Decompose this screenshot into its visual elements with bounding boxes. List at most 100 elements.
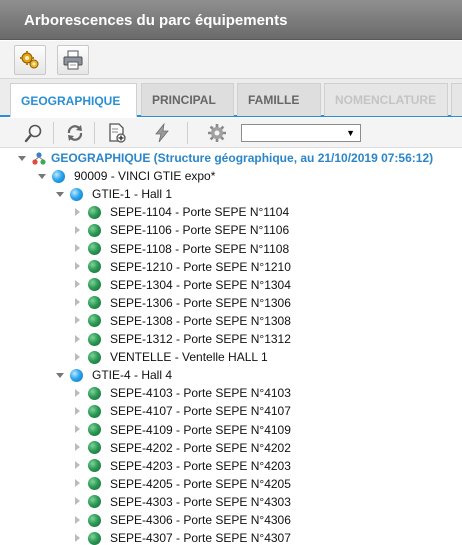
tree-site-node[interactable]: 90009 - VINCI GTIE expo* [37,167,215,185]
print-button[interactable] [57,45,89,75]
toolbar-separator [187,122,188,144]
lightning-icon [155,123,169,143]
expand-arrow-icon[interactable] [73,262,82,271]
expand-arrow-icon[interactable] [73,515,82,525]
expand-arrow-icon[interactable] [73,425,82,434]
hierarchy-icon [32,151,46,165]
group-status-icon [70,368,83,382]
collapse-arrow-icon[interactable] [55,190,64,199]
tree-filter-select[interactable]: ▼ [241,124,361,142]
tab-bar: GEOGRAPHIQUE PRINCIPAL FAMILLE NOMENCLAT… [0,79,462,117]
tree-equipment-node[interactable]: SEPE-4203 - Porte SEPE N°4203 [73,457,291,475]
expand-arrow-icon[interactable] [73,207,82,217]
equipment-status-icon [88,513,101,527]
equipment-status-icon [88,260,101,274]
equipment-status-icon [88,205,101,219]
equipment-tree: GEOGRAPHIQUE (Structure géographique, au… [0,149,462,545]
tree-equipment-node[interactable]: SEPE-4303 - Porte SEPE N°4303 [73,493,291,511]
tree-equipment-node[interactable]: SEPE-1106 - Porte SEPE N°1106 [73,221,289,239]
tree-equipment-node[interactable]: SEPE-4202 - Porte SEPE N°4202 [73,439,291,457]
chevron-down-icon: ▼ [346,128,355,138]
collapse-arrow-icon[interactable] [37,172,46,181]
tree-equipment-node[interactable]: SEPE-1108 - Porte SEPE N°1108 [73,240,289,258]
tab-nomenclature[interactable]: NOMENCLATURE [324,83,448,116]
refresh-button[interactable] [61,120,89,146]
tab-principal[interactable]: PRINCIPAL [141,83,234,116]
main-toolbar [0,41,462,79]
equipment-status-icon [88,477,101,491]
tree-equipment-label: SEPE-4303 - Porte SEPE N°4303 [110,494,291,509]
tree-equipment-label: SEPE-1104 - Porte SEPE N°1104 [110,205,290,220]
tab-nomenclature-label: NOMENCLATURE [335,93,437,107]
collapse-arrow-icon[interactable] [17,154,26,163]
tree-equipment-node[interactable]: SEPE-4103 - Porte SEPE N°4103 [73,384,291,402]
tree-group-label: GTIE-4 - Hall 4 [92,368,173,383]
collapse-arrow-icon[interactable] [55,371,64,380]
toolbar-separator [53,122,54,144]
tree-site-label: 90009 - VINCI GTIE expo* [74,169,216,183]
expand-arrow-icon[interactable] [73,225,82,235]
tree-equipment-node[interactable]: SEPE-1304 - Porte SEPE N°1304 [73,276,291,294]
tab-geographique[interactable]: GEOGRAPHIQUE [10,83,137,117]
equipment-status-icon [88,314,101,328]
lightning-button[interactable] [148,120,176,146]
tab-overflow[interactable] [451,83,462,116]
equipment-status-icon [88,242,101,255]
tree-equipment-label: SEPE-1108 - Porte SEPE N°1108 [110,241,290,256]
tree-equipment-node[interactable]: VENTELLE - Ventelle HALL 1 [73,348,268,366]
expand-arrow-icon[interactable] [73,388,82,398]
tree-equipment-label: SEPE-4306 - Porte SEPE N°4306 [110,513,291,527]
expand-arrow-icon[interactable] [73,298,82,307]
expand-arrow-icon[interactable] [73,352,82,362]
tree-equipment-node[interactable]: SEPE-4307 - Porte SEPE N°4307 [73,529,291,545]
gears-button[interactable] [14,45,46,75]
tree-equipment-node[interactable]: SEPE-4107 - Porte SEPE N°4107 [73,402,291,420]
tree-equipment-node[interactable]: SEPE-4109 - Porte SEPE N°4109 [73,421,291,439]
tree-equipment-node[interactable]: SEPE-4205 - Porte SEPE N°4205 [73,475,291,493]
equipment-status-icon [88,278,101,292]
tree-equipment-node[interactable]: SEPE-1312 - Porte SEPE N°1312 [73,330,291,348]
equipment-status-icon [88,332,101,346]
tree-equipment-label: SEPE-1312 - Porte SEPE N°1312 [110,332,291,346]
tree-group-node[interactable]: GTIE-1 - Hall 1 [55,185,172,203]
tree-equipment-label: SEPE-1106 - Porte SEPE N°1106 [110,223,290,238]
expand-arrow-icon[interactable] [73,461,82,470]
tree-group-node[interactable]: GTIE-4 - Hall 4 [55,366,172,384]
settings-button[interactable] [203,120,231,146]
site-status-icon [52,169,65,183]
tab-famille[interactable]: FAMILLE [237,83,321,116]
tree-equipment-label: SEPE-4203 - Porte SEPE N°4203 [110,458,291,473]
expand-arrow-icon[interactable] [73,406,82,416]
expand-arrow-icon[interactable] [73,533,82,543]
tree-equipment-node[interactable]: SEPE-1210 - Porte SEPE N°1210 [73,258,291,276]
tree-equipment-node[interactable]: SEPE-1308 - Porte SEPE N°1308 [73,312,291,330]
tree-equipment-label: SEPE-4307 - Porte SEPE N°4307 [110,531,291,545]
expand-arrow-icon[interactable] [73,497,82,506]
equipment-status-icon [88,441,101,455]
tree-equipment-label: SEPE-4109 - Porte SEPE N°4109 [110,422,291,437]
tree-equipment-label: SEPE-4202 - Porte SEPE N°4202 [110,440,291,455]
tree-equipment-label: SEPE-1304 - Porte SEPE N°1304 [110,277,291,292]
new-document-button[interactable] [103,120,131,146]
equipment-status-icon [88,495,101,509]
window-titlebar: Arborescences du parc équipements [0,0,462,40]
new-document-icon [109,123,126,143]
expand-arrow-icon[interactable] [73,443,82,452]
toolbar-separator [94,122,95,144]
search-button[interactable] [20,120,48,146]
equipment-status-icon [88,350,101,364]
tree-equipment-label: SEPE-4205 - Porte SEPE N°4205 [110,476,291,491]
tree-equipment-node[interactable]: SEPE-1104 - Porte SEPE N°1104 [73,203,289,221]
printer-icon [63,50,83,70]
tab-geographique-label: GEOGRAPHIQUE [21,93,121,108]
expand-arrow-icon[interactable] [73,334,82,344]
expand-arrow-icon[interactable] [73,244,82,253]
tree-equipment-node[interactable]: SEPE-1306 - Porte SEPE N°1306 [73,294,291,312]
tree-equipment-node[interactable]: SEPE-4306 - Porte SEPE N°4306 [73,511,291,529]
tree-equipment-label: SEPE-1308 - Porte SEPE N°1308 [110,313,291,328]
expand-arrow-icon[interactable] [73,316,82,325]
expand-arrow-icon[interactable] [73,280,82,289]
expand-arrow-icon[interactable] [73,479,82,488]
tree-root-node[interactable]: GEOGRAPHIQUE (Structure géographique, au… [17,149,433,167]
tab-principal-label: PRINCIPAL [152,93,216,107]
